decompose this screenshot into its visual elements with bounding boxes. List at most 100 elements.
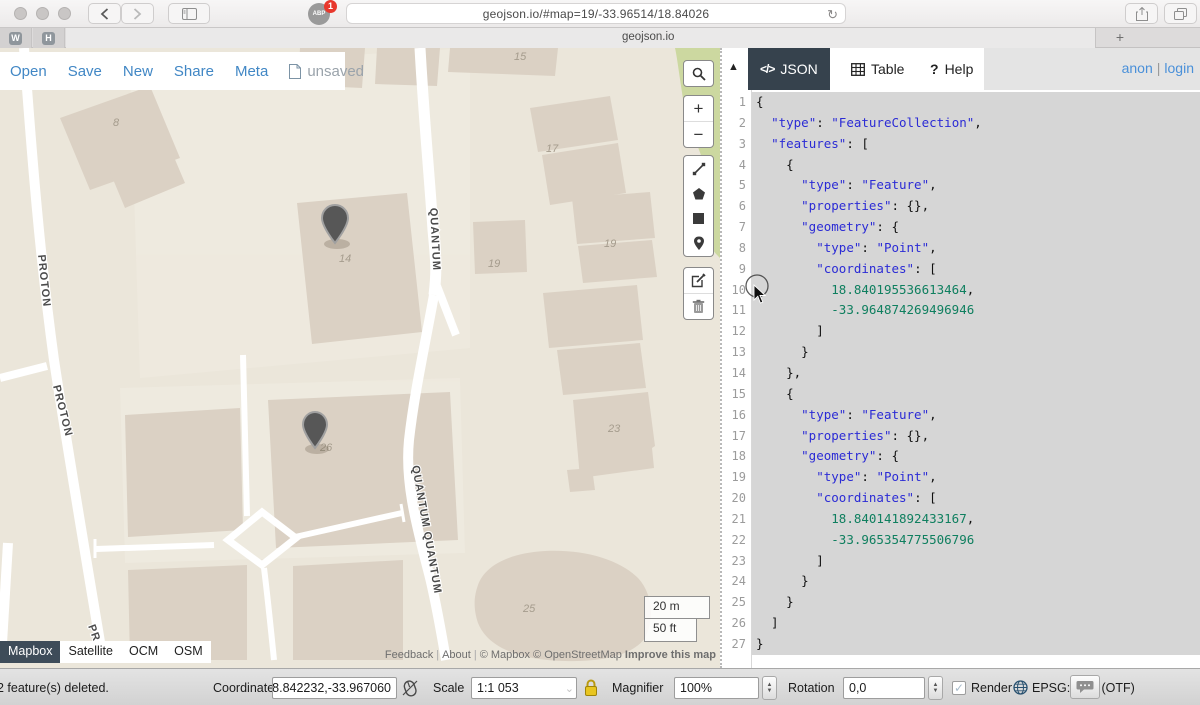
line-number: 10	[722, 280, 751, 301]
tab-json[interactable]: </> JSON	[748, 48, 830, 90]
code-line[interactable]: {	[752, 155, 1200, 176]
menu-meta[interactable]: Meta	[235, 63, 268, 80]
code-line[interactable]: "features": [	[752, 134, 1200, 155]
line-number: 17	[722, 426, 751, 447]
basemap-osm[interactable]: OSM	[166, 641, 210, 663]
code-line[interactable]: ]	[752, 551, 1200, 572]
svg-text:19: 19	[604, 238, 616, 250]
menu-open[interactable]: Open	[10, 63, 47, 80]
basemap-satellite[interactable]: Satellite	[60, 641, 120, 663]
rotation-spinner[interactable]: ▲▼	[928, 676, 943, 700]
code-line[interactable]: 18.840195536613464,	[752, 280, 1200, 301]
editor-code[interactable]: { "type": "FeatureCollection", "features…	[752, 92, 1200, 655]
code-line[interactable]: }	[752, 571, 1200, 592]
render-toggle[interactable]: ✓ Render	[952, 669, 1012, 705]
draw-rectangle-button[interactable]	[684, 206, 713, 231]
line-number: 14	[722, 363, 751, 384]
new-tab-button[interactable]: +	[1106, 28, 1134, 48]
minimize-window-icon[interactable]	[36, 7, 49, 20]
code-line[interactable]: ]	[752, 321, 1200, 342]
login-link[interactable]: login	[1164, 60, 1194, 76]
line-number: 12	[722, 321, 751, 342]
url-bar[interactable]: geojson.io/#map=19/-33.96514/18.84026 ↻	[346, 3, 846, 24]
line-number: 15	[722, 384, 751, 405]
map[interactable]: PROTON PROTON PR QUANTUM QUANTUM QUANTUM…	[0, 48, 720, 668]
code-line[interactable]: {	[752, 92, 1200, 113]
json-editor[interactable]: 1234567891011121314151617181920212223242…	[722, 90, 1200, 668]
fullscreen-window-icon[interactable]	[58, 7, 71, 20]
code-line[interactable]: },	[752, 363, 1200, 384]
basemap-mapbox[interactable]: Mapbox	[0, 641, 60, 663]
code-line[interactable]: -33.964874269496946	[752, 300, 1200, 321]
code-line[interactable]: "coordinates": [	[752, 488, 1200, 509]
reload-icon[interactable]: ↻	[827, 7, 838, 23]
draw-marker-icon	[693, 236, 705, 251]
code-line[interactable]: {	[752, 384, 1200, 405]
magnifier-input[interactable]: 100%	[674, 677, 759, 699]
line-number: 11	[722, 300, 751, 321]
geojson-menu-bar: Open Save New Share Meta unsaved	[0, 52, 345, 90]
draw-line-button[interactable]	[684, 156, 713, 181]
tab-overview-button[interactable]	[1164, 3, 1197, 24]
sidebar-button[interactable]	[168, 3, 210, 24]
pinned-tab-h[interactable]: H	[33, 28, 65, 48]
code-line[interactable]: "geometry": {	[752, 446, 1200, 467]
active-tab[interactable]: geojson.io	[66, 28, 1096, 48]
code-line[interactable]: "properties": {},	[752, 196, 1200, 217]
render-checkbox[interactable]: ✓	[952, 681, 966, 695]
messages-button[interactable]	[1070, 675, 1100, 699]
search-button[interactable]	[684, 61, 713, 86]
delete-button[interactable]	[684, 294, 713, 319]
code-line[interactable]: }	[752, 634, 1200, 655]
code-line[interactable]: ]	[752, 613, 1200, 634]
close-window-icon[interactable]	[14, 7, 27, 20]
coordinate-label: Coordinate	[213, 669, 274, 705]
scale-combobox[interactable]: 1:1 053 ⌄	[471, 677, 577, 699]
code-line[interactable]: }	[752, 342, 1200, 363]
auth-links: anon|login	[1122, 60, 1194, 76]
code-line[interactable]: "type": "Feature",	[752, 405, 1200, 426]
tab-table[interactable]: Table	[839, 48, 916, 90]
unsaved-label: unsaved	[307, 63, 364, 80]
magnifier-label: Magnifier	[612, 669, 663, 705]
draw-polygon-button[interactable]	[684, 181, 713, 206]
edit-button[interactable]	[684, 268, 713, 293]
about-link[interactable]: About	[442, 649, 471, 661]
pinned-tab-w[interactable]: W	[0, 28, 32, 48]
code-line[interactable]: }	[752, 592, 1200, 613]
code-line[interactable]: "type": "Feature",	[752, 175, 1200, 196]
menu-new[interactable]: New	[123, 63, 153, 80]
zoom-out-button[interactable]: −	[684, 122, 713, 147]
lock-icon	[583, 679, 599, 697]
code-line[interactable]: -33.965354775506796	[752, 530, 1200, 551]
rotation-input[interactable]: 0,0	[843, 677, 925, 699]
back-button[interactable]	[88, 3, 121, 24]
code-line[interactable]: "coordinates": [	[752, 259, 1200, 280]
basemap-ocm[interactable]: OCM	[121, 641, 166, 663]
code-line[interactable]: 18.840141892433167,	[752, 509, 1200, 530]
mouse-position-toggle[interactable]	[401, 669, 419, 705]
code-line[interactable]: "type": "FeatureCollection",	[752, 113, 1200, 134]
line-number: 1	[722, 92, 751, 113]
improve-map-link[interactable]: Improve this map	[625, 649, 716, 661]
zoom-in-button[interactable]: +	[684, 96, 713, 121]
collapse-panel-button[interactable]: ▲	[728, 61, 739, 73]
code-line[interactable]: "properties": {},	[752, 426, 1200, 447]
anon-link[interactable]: anon	[1122, 60, 1153, 76]
svg-text:19: 19	[488, 258, 500, 270]
coordinate-input[interactable]: 18.842232,-33.967060	[272, 677, 397, 699]
magnifier-spinner[interactable]: ▲▼	[762, 676, 777, 700]
code-line[interactable]: "type": "Point",	[752, 467, 1200, 488]
code-line[interactable]: "geometry": {	[752, 217, 1200, 238]
code-line[interactable]: "type": "Point",	[752, 238, 1200, 259]
feedback-link[interactable]: Feedback	[385, 649, 433, 661]
draw-marker-button[interactable]	[684, 231, 713, 256]
tab-help[interactable]: ? Help	[918, 48, 985, 90]
forward-button[interactable]	[121, 3, 154, 24]
share-button[interactable]	[1125, 3, 1158, 24]
scale-lock-button[interactable]	[583, 669, 599, 705]
menu-share[interactable]: Share	[174, 63, 214, 80]
menu-save[interactable]: Save	[68, 63, 102, 80]
editor-gutter: 1234567891011121314151617181920212223242…	[722, 92, 751, 655]
help-icon: ?	[930, 61, 939, 77]
